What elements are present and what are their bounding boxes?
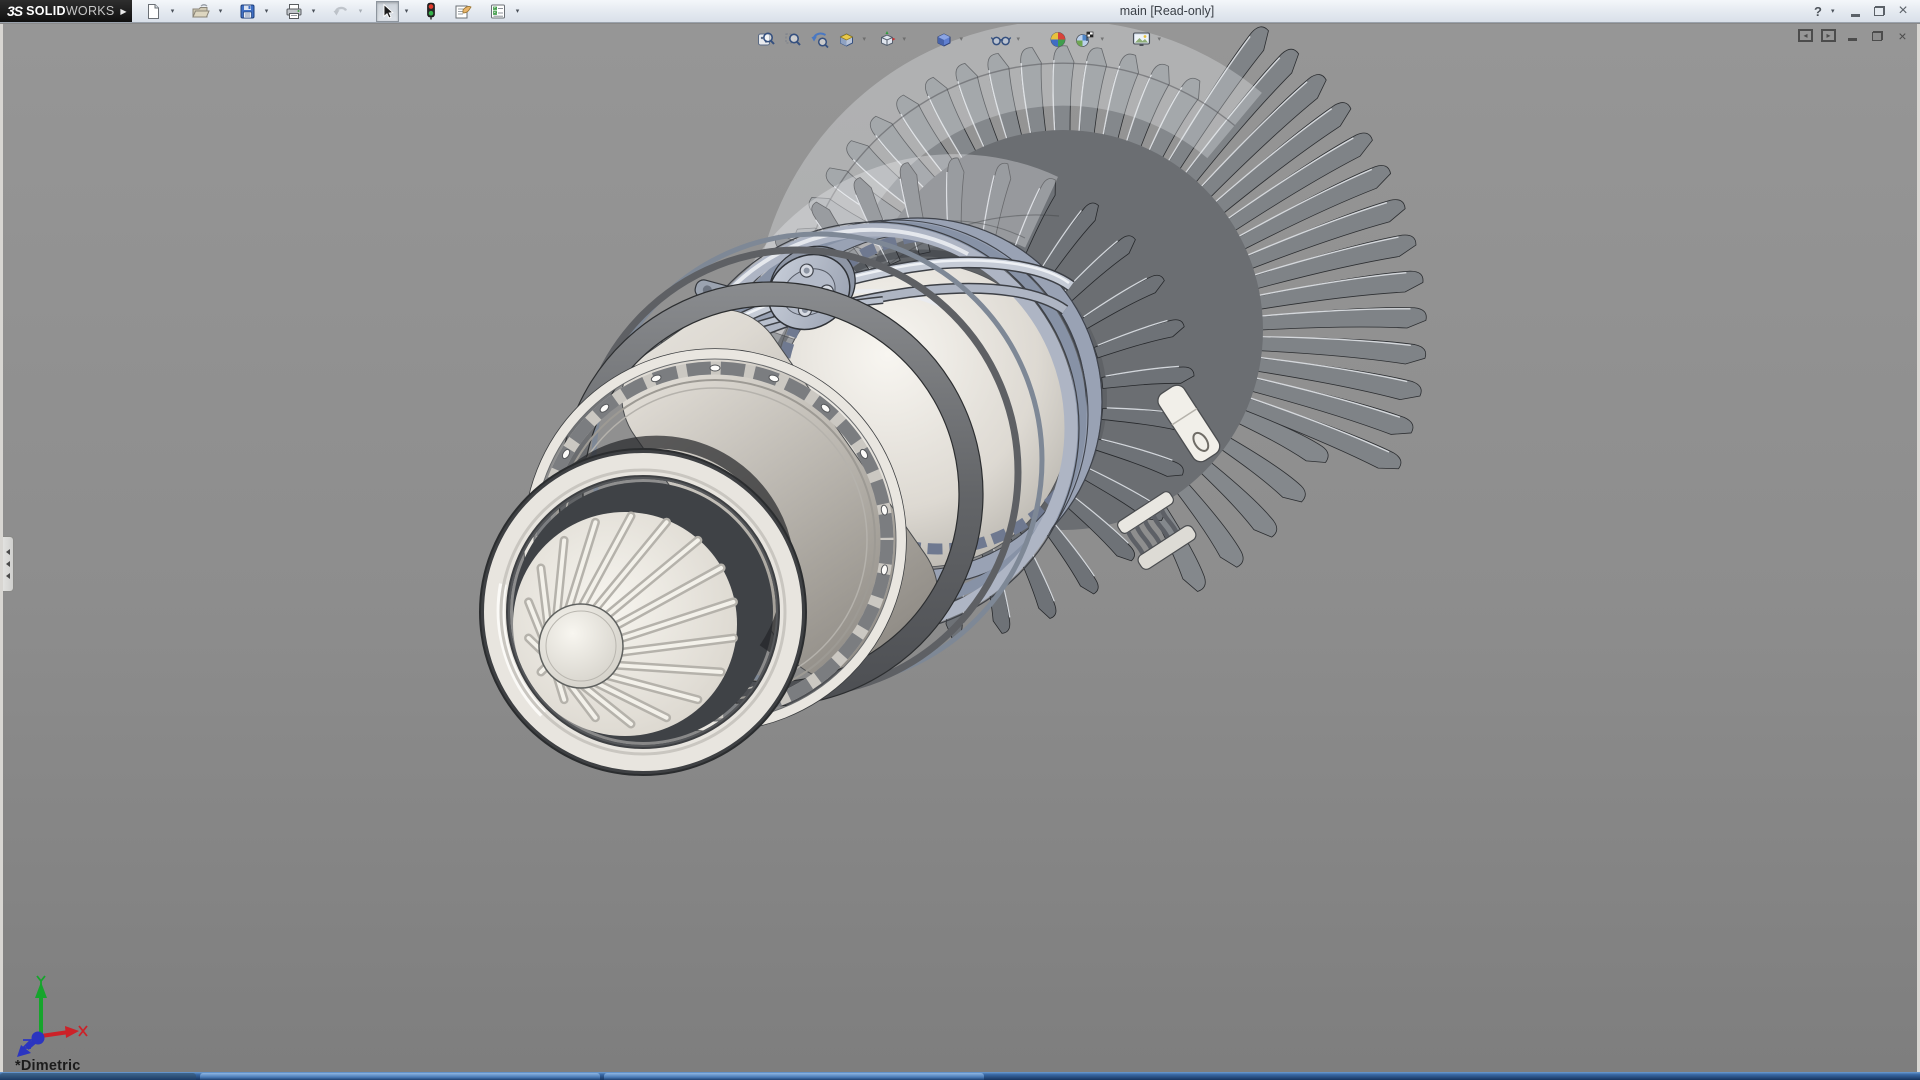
edit-appearance-icon (1048, 30, 1067, 49)
select-cursor-icon (379, 3, 396, 20)
file-properties-icon (453, 3, 473, 20)
standard-toolbar: ▾ ▾ ▾ (132, 0, 523, 22)
zoom-to-fit-icon (756, 30, 775, 49)
hide-show-items-icon (990, 30, 1011, 49)
section-view-icon (837, 30, 856, 49)
minimize-icon (1848, 38, 1857, 41)
options-checklist-icon (489, 3, 507, 20)
open-dropdown[interactable]: ▾ (215, 1, 226, 22)
restore-icon (1874, 6, 1885, 16)
help-dropdown[interactable]: ▾ (1831, 7, 1840, 15)
hide-show-items-button[interactable] (990, 28, 1012, 50)
taskbar-segment[interactable] (604, 1073, 984, 1080)
apply-scene-dropdown[interactable]: ▾ (1101, 35, 1109, 43)
file-properties-button[interactable] (450, 1, 476, 22)
engine-model[interactable] (3, 24, 1917, 1072)
document-close-button[interactable]: × (1894, 28, 1911, 43)
view-orientation-button[interactable] (876, 28, 898, 50)
new-button[interactable] (142, 1, 165, 22)
solidworks-logo: 3S SOLIDWORKS ▶ (0, 0, 132, 22)
view-settings-icon (1132, 30, 1152, 49)
save-button[interactable] (236, 1, 259, 22)
options-dropdown[interactable]: ▾ (512, 1, 523, 22)
taskbar-segment[interactable] (0, 1073, 196, 1080)
apply-scene-icon (1075, 30, 1095, 49)
pane-left-button[interactable]: ◂ (1798, 29, 1813, 42)
close-button[interactable]: × (1894, 3, 1912, 20)
section-view-button[interactable] (836, 28, 858, 50)
new-dropdown[interactable]: ▾ (167, 1, 178, 22)
save-floppy-icon (239, 3, 256, 20)
view-orientation-icon (877, 30, 896, 49)
print-icon (285, 3, 303, 20)
undo-arrow-icon (332, 3, 350, 20)
edit-appearance-button[interactable] (1047, 28, 1069, 50)
collapse-left-arrow-icon (6, 561, 10, 567)
help-button[interactable]: ? (1811, 3, 1825, 20)
view-settings-dropdown[interactable]: ▾ (1158, 35, 1166, 43)
title-bar: 3S SOLIDWORKS ▶ ▾ ▾ (0, 0, 1920, 23)
pane-right-button[interactable]: ▸ (1821, 29, 1836, 42)
open-folder-icon (191, 3, 210, 20)
zoom-to-area-button[interactable] (782, 28, 804, 50)
taskbar-segment[interactable] (200, 1073, 600, 1080)
triad-y-label (37, 976, 45, 986)
minimize-button[interactable] (1846, 3, 1864, 20)
dassault-3s-logo-icon: 3S (7, 3, 22, 19)
save-dropdown[interactable]: ▾ (261, 1, 272, 22)
open-button[interactable] (188, 1, 213, 22)
window-controls: ? ▾ × (1811, 0, 1920, 22)
apply-scene-button[interactable] (1074, 28, 1096, 50)
document-title: main [Read-only] (1120, 4, 1215, 18)
featuremanager-collapse-handle[interactable] (3, 536, 14, 592)
print-button[interactable] (282, 1, 306, 22)
section-view-dropdown[interactable]: ▾ (863, 35, 871, 43)
graphics-viewport[interactable]: ▾ ▾ ▾ (0, 24, 1920, 1072)
print-dropdown[interactable]: ▾ (308, 1, 319, 22)
document-minimize-button[interactable] (1844, 28, 1861, 43)
restore-icon (1872, 31, 1883, 41)
taskbar-edge[interactable] (0, 1072, 1920, 1080)
options-button[interactable] (486, 1, 510, 22)
document-restore-button[interactable] (1869, 28, 1886, 43)
cone-hub[interactable] (539, 604, 623, 688)
reference-triad (11, 974, 89, 1060)
previous-view-icon (810, 30, 829, 49)
collapse-left-arrow-icon (6, 573, 10, 579)
display-style-icon (934, 30, 953, 49)
display-style-dropdown[interactable]: ▾ (960, 35, 968, 43)
display-style-button[interactable] (933, 28, 955, 50)
zoom-to-area-icon (783, 30, 802, 49)
minimize-icon (1851, 14, 1860, 17)
select-dropdown[interactable]: ▾ (401, 1, 412, 22)
undo-button[interactable] (329, 1, 353, 22)
restore-button[interactable] (1870, 3, 1888, 20)
new-document-icon (145, 3, 162, 20)
hide-show-items-dropdown[interactable]: ▾ (1017, 35, 1025, 43)
document-window-controls: ◂ ▸ × (1798, 28, 1911, 43)
triad-x-label (79, 1026, 87, 1036)
previous-view-button[interactable] (809, 28, 831, 50)
collapse-left-arrow-icon (6, 549, 10, 555)
heads-up-view-toolbar: ▾ ▾ ▾ (755, 28, 1166, 50)
menu-expand-arrow-icon[interactable]: ▶ (117, 3, 130, 19)
zoom-to-fit-button[interactable] (755, 28, 777, 50)
traffic-light-icon (425, 2, 437, 20)
select-button[interactable] (376, 1, 399, 22)
undo-dropdown[interactable]: ▾ (355, 1, 366, 22)
exhaust-nozzle[interactable] (480, 442, 806, 775)
view-orientation-dropdown[interactable]: ▾ (903, 35, 911, 43)
rebuild-button[interactable] (422, 1, 440, 22)
view-settings-button[interactable] (1131, 28, 1153, 50)
view-orientation-label: *Dimetric (15, 1058, 80, 1072)
